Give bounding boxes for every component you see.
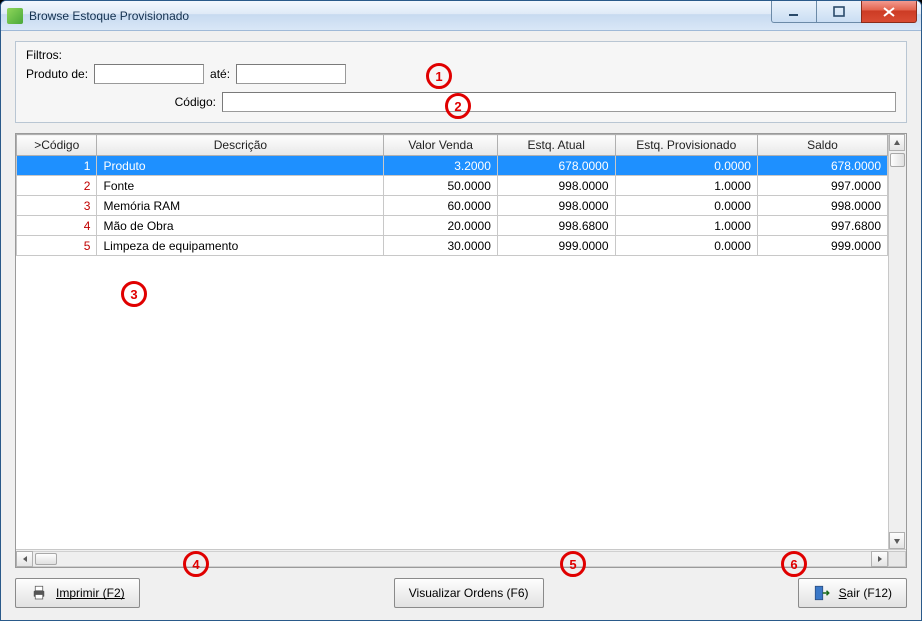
table-cell[interactable]: 997.0000 xyxy=(757,176,887,196)
table-cell[interactable]: 998.0000 xyxy=(757,196,887,216)
scroll-up-icon[interactable] xyxy=(889,134,905,151)
codigo-label: Código: xyxy=(26,95,216,109)
scroll-corner xyxy=(888,551,906,567)
table-row[interactable]: 1Produto3.2000678.00000.0000678.0000 xyxy=(17,156,888,176)
hscroll-thumb[interactable] xyxy=(35,553,57,565)
table-cell[interactable]: 2 xyxy=(17,176,97,196)
table-cell[interactable]: 1 xyxy=(17,156,97,176)
table-cell[interactable]: 5 xyxy=(17,236,97,256)
minimize-icon xyxy=(788,6,800,18)
visualizar-label: Visualizar Ordens (F6) xyxy=(409,586,529,600)
table-cell[interactable]: Produto xyxy=(97,156,384,176)
table-cell[interactable]: 1.0000 xyxy=(615,216,757,236)
produto-de-input[interactable] xyxy=(94,64,204,84)
grid-header[interactable]: >Código Descrição Valor Venda Estq. Atua… xyxy=(17,135,888,156)
table-cell[interactable]: 4 xyxy=(17,216,97,236)
table-cell[interactable]: 678.0000 xyxy=(497,156,615,176)
table-cell[interactable]: 998.6800 xyxy=(497,216,615,236)
table-cell[interactable]: 30.0000 xyxy=(384,236,498,256)
grid-body[interactable]: 1Produto3.2000678.00000.0000678.00002Fon… xyxy=(17,156,888,256)
scroll-left-icon[interactable] xyxy=(16,551,33,567)
window-controls xyxy=(772,1,921,30)
table-cell[interactable]: 50.0000 xyxy=(384,176,498,196)
client-area: Filtros: Produto de: até: Código: xyxy=(1,31,921,620)
table-cell[interactable]: 3.2000 xyxy=(384,156,498,176)
header-saldo[interactable]: Saldo xyxy=(757,135,887,156)
produto-ate-input[interactable] xyxy=(236,64,346,84)
table-cell[interactable]: 1.0000 xyxy=(615,176,757,196)
maximize-button[interactable] xyxy=(816,1,862,23)
app-icon xyxy=(7,8,23,24)
table-cell[interactable]: 0.0000 xyxy=(615,196,757,216)
scroll-right-icon[interactable] xyxy=(871,551,888,567)
data-grid[interactable]: >Código Descrição Valor Venda Estq. Atua… xyxy=(15,133,907,568)
printer-icon xyxy=(30,584,48,602)
table-cell[interactable]: 999.0000 xyxy=(497,236,615,256)
table-cell[interactable]: Mão de Obra xyxy=(97,216,384,236)
titlebar: Browse Estoque Provisionado xyxy=(1,1,921,31)
table-cell[interactable]: 3 xyxy=(17,196,97,216)
vertical-scrollbar[interactable] xyxy=(888,134,906,549)
table-cell[interactable]: 0.0000 xyxy=(615,236,757,256)
table-cell[interactable]: 60.0000 xyxy=(384,196,498,216)
scroll-down-icon[interactable] xyxy=(889,532,905,549)
table-cell[interactable]: 998.0000 xyxy=(497,196,615,216)
filters-legend: Filtros: xyxy=(26,48,896,62)
table-cell[interactable]: Memória RAM xyxy=(97,196,384,216)
app-window: Browse Estoque Provisionado Filtros: Pro… xyxy=(0,0,922,621)
imprimir-label: Imprimir (F2) xyxy=(56,586,125,600)
close-icon xyxy=(882,6,896,18)
table-cell[interactable]: 0.0000 xyxy=(615,156,757,176)
filters-group: Filtros: Produto de: até: Código: xyxy=(15,41,907,123)
scroll-thumb[interactable] xyxy=(890,153,905,167)
sair-label: Sair (F12) xyxy=(839,586,892,600)
header-estq-atual[interactable]: Estq. Atual xyxy=(497,135,615,156)
table-row[interactable]: 4Mão de Obra20.0000998.68001.0000997.680… xyxy=(17,216,888,236)
horizontal-scrollbar[interactable] xyxy=(16,549,906,567)
imprimir-button[interactable]: Imprimir (F2) xyxy=(15,578,140,608)
table-row[interactable]: 2Fonte50.0000998.00001.0000997.0000 xyxy=(17,176,888,196)
table-cell[interactable]: 678.0000 xyxy=(757,156,887,176)
table-cell[interactable]: 997.6800 xyxy=(757,216,887,236)
table-cell[interactable]: Fonte xyxy=(97,176,384,196)
header-codigo[interactable]: >Código xyxy=(17,135,97,156)
table-row[interactable]: 3Memória RAM60.0000998.00000.0000998.000… xyxy=(17,196,888,216)
header-estq-prov[interactable]: Estq. Provisionado xyxy=(615,135,757,156)
maximize-icon xyxy=(833,6,845,18)
produto-de-label: Produto de: xyxy=(26,67,88,81)
table-row[interactable]: 5Limpeza de equipamento30.0000999.00000.… xyxy=(17,236,888,256)
table-cell[interactable]: Limpeza de equipamento xyxy=(97,236,384,256)
codigo-input[interactable] xyxy=(222,92,896,112)
table-cell[interactable]: 998.0000 xyxy=(497,176,615,196)
sair-button[interactable]: Sair (F12) xyxy=(798,578,907,608)
minimize-button[interactable] xyxy=(771,1,817,23)
window-title: Browse Estoque Provisionado xyxy=(29,9,772,23)
header-descricao[interactable]: Descrição xyxy=(97,135,384,156)
header-valor-venda[interactable]: Valor Venda xyxy=(384,135,498,156)
table-cell[interactable]: 20.0000 xyxy=(384,216,498,236)
table-cell[interactable]: 999.0000 xyxy=(757,236,887,256)
exit-icon xyxy=(813,584,831,602)
ate-label: até: xyxy=(210,67,230,81)
visualizar-ordens-button[interactable]: Visualizar Ordens (F6) xyxy=(394,578,544,608)
close-button[interactable] xyxy=(861,1,917,23)
